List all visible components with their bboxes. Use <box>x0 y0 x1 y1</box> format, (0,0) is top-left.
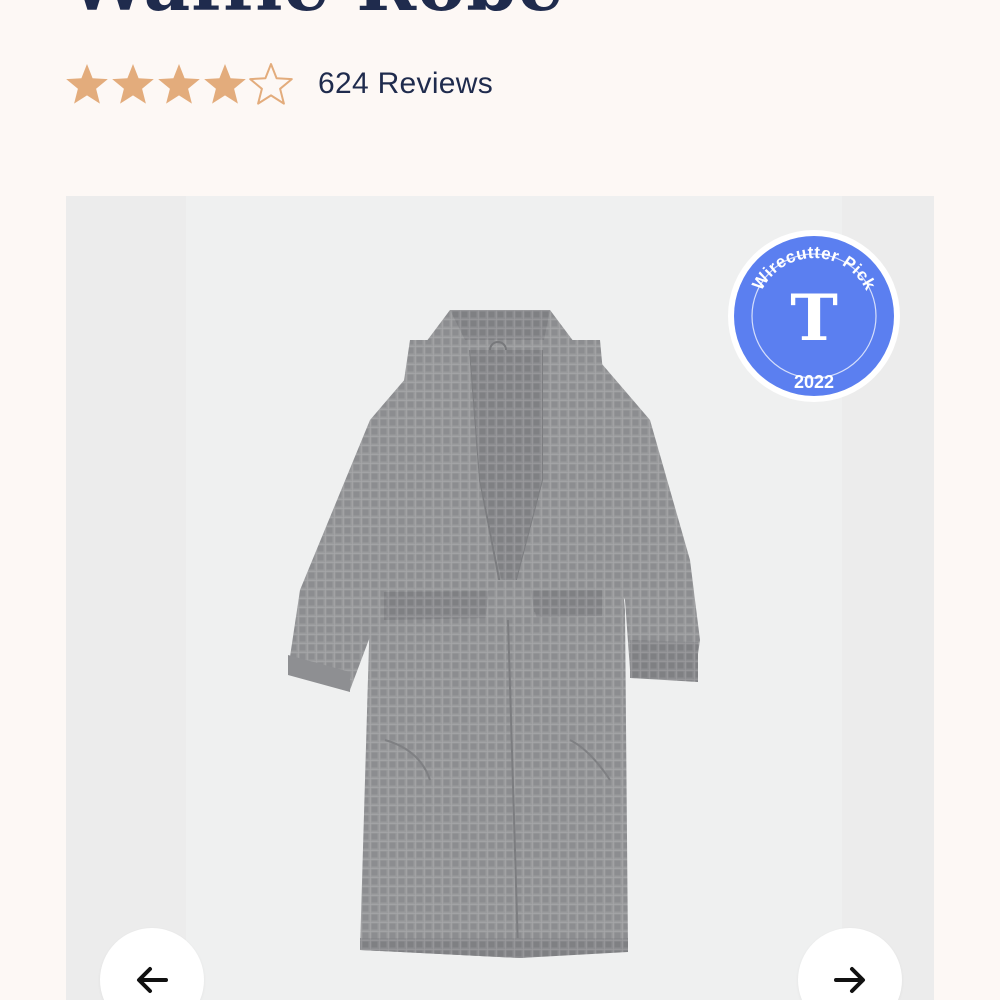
robe-product-image[interactable] <box>280 310 720 960</box>
badge-year: 2022 <box>794 372 834 392</box>
product-title: Waffle Robe <box>68 0 564 27</box>
product-image-gallery: Wirecutter Pick T 2022 <box>66 196 934 1000</box>
star-filled-icon <box>204 64 246 104</box>
badge-graphic: Wirecutter Pick T 2022 <box>728 230 900 402</box>
star-empty-icon <box>249 63 293 105</box>
arrow-right-icon <box>834 967 865 993</box>
star-rating <box>64 61 294 107</box>
rating-row[interactable]: 624 Reviews <box>64 60 493 108</box>
review-count-link[interactable]: 624 Reviews <box>318 67 493 101</box>
gallery-background <box>66 196 186 1000</box>
arrow-left-icon <box>137 967 168 993</box>
star-filled-icon <box>158 64 200 104</box>
nyt-t-logo-icon: T <box>790 281 838 356</box>
svg-text:T: T <box>790 281 838 356</box>
wirecutter-pick-badge: Wirecutter Pick T 2022 <box>726 228 902 404</box>
star-filled-icon <box>112 64 154 104</box>
star-filled-icon <box>66 64 108 104</box>
